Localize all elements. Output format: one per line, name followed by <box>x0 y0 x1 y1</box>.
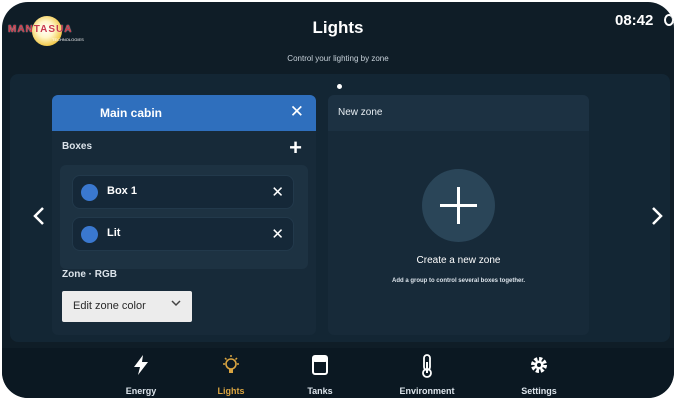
bottom-nav: Energy Lights Tanks Environment Settings <box>2 348 674 398</box>
nav-label: Environment <box>399 386 455 396</box>
nav-label: Lights <box>217 386 245 396</box>
delete-zone-button[interactable]: ✕ <box>290 102 304 122</box>
gear-icon <box>494 354 584 382</box>
box-label: Box 1 <box>107 185 137 197</box>
edit-zone-color-dropdown[interactable]: Edit zone color <box>62 291 192 322</box>
status-icon <box>664 14 674 26</box>
edit-zone-color-label: Edit zone color <box>73 300 146 312</box>
page-title: Lights <box>312 18 364 37</box>
box-color-dot <box>81 226 98 243</box>
zone-header: Main cabin ✕ <box>52 95 316 131</box>
device-screen: MANTASUA TECHNOLOGIES Lights Control you… <box>2 2 674 398</box>
box-item[interactable]: Lit ✕ <box>72 217 294 251</box>
nav-item-tanks[interactable]: Tanks <box>275 348 365 398</box>
previous-zone-button[interactable] <box>32 206 46 232</box>
add-box-button[interactable]: + <box>289 137 302 159</box>
nav-label: Settings <box>521 386 557 396</box>
plus-icon-stem <box>457 187 460 224</box>
lightning-icon <box>96 354 186 382</box>
create-zone-label: Create a new zone <box>416 255 501 266</box>
new-zone-header: New zone <box>328 95 589 131</box>
boxes-label: Boxes <box>62 141 93 152</box>
chevron-right-icon <box>652 207 663 225</box>
next-zone-button[interactable] <box>650 206 664 232</box>
chevron-left-icon <box>33 207 44 225</box>
remove-box-button[interactable]: ✕ <box>271 225 284 243</box>
zone-name: Main cabin <box>100 106 163 120</box>
box-color-dot <box>81 184 98 201</box>
nav-item-energy[interactable]: Energy <box>96 348 186 398</box>
thermometer-icon <box>382 354 472 384</box>
create-zone-description: Add a group to control several boxes tog… <box>391 278 526 284</box>
nav-item-lights[interactable]: Lights <box>186 348 276 398</box>
tank-icon <box>275 354 365 382</box>
zone-card: Main cabin ✕ Boxes + Box 1 ✕ Lit ✕ Zone … <box>52 95 316 335</box>
clock: 08:42 <box>615 12 654 29</box>
nav-label: Energy <box>125 386 157 396</box>
box-item[interactable]: Box 1 ✕ <box>72 175 294 209</box>
nav-item-settings[interactable]: Settings <box>494 348 584 398</box>
chevron-down-icon <box>170 297 182 312</box>
page-indicator-dot <box>337 84 342 89</box>
boxes-list: Box 1 ✕ Lit ✕ <box>60 165 308 269</box>
bulb-icon <box>186 354 276 382</box>
new-zone-card: New zone Create a new zone Add a group t… <box>328 95 589 335</box>
new-zone-title: New zone <box>338 107 383 118</box>
remove-box-button[interactable]: ✕ <box>271 183 284 201</box>
page-subtitle: Control your lighting by zone <box>287 54 389 63</box>
create-zone-button[interactable] <box>422 169 495 242</box>
zone-type-label: Zone · RGB <box>62 269 117 280</box>
box-label: Lit <box>107 227 121 239</box>
nav-item-environment[interactable]: Environment <box>382 348 472 398</box>
nav-label: Tanks <box>307 386 333 396</box>
